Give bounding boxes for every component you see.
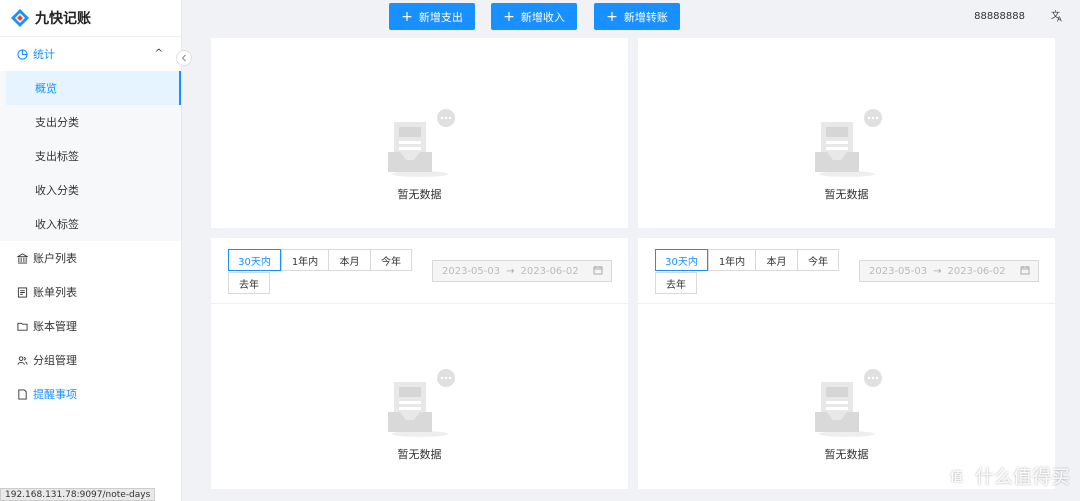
add-transfer-label: 新增转账 [623,10,668,24]
menu-item-books[interactable]: 账本管理 [0,309,181,343]
empty-state-label: 暂无数据 [824,188,869,201]
panel-bottom-right: 30天内 1年内 本月 今年去年 2023-05-03 → 2023-06-02 暂无数据 [638,238,1055,489]
translate-icon[interactable]: 文A [1051,9,1064,25]
date-end: 2023-06-02 [947,265,1006,277]
svg-text:A: A [1057,16,1062,23]
menu-item-reminders[interactable]: 提醒事项 [0,377,181,411]
group-icon [16,354,28,366]
range-option[interactable]: 30天内 [228,249,281,271]
submenu-item-expense-tag[interactable]: 支出标签 [6,139,181,173]
submenu-item-label: 支出标签 [35,150,79,163]
sidebar: 九快记账 统计 ^ 概览 支出分类 支出标签 收入分类 收入标签 账户列表 账单… [0,0,182,501]
date-range-picker[interactable]: 2023-05-03 → 2023-06-02 [859,260,1039,282]
menu-item-accounts[interactable]: 账户列表 [0,241,181,275]
empty-inbox-icon [387,109,455,177]
svg-text:值: 值 [950,469,963,485]
watermark: 值 什么值得买 [943,462,1070,489]
menu-item-bills[interactable]: 账单列表 [0,275,181,309]
watermark-logo-icon: 值 [943,463,968,488]
submenu-item-label: 概览 [35,82,57,95]
range-option[interactable]: 本月 [755,249,798,271]
app-title: 九快记账 [35,11,91,27]
folder-icon [16,320,28,332]
submenu-item-label: 支出分类 [35,116,79,129]
arrow-right-icon: → [933,265,942,277]
range-option[interactable]: 去年 [655,272,697,294]
pie-chart-icon [16,48,28,60]
arrow-right-icon: → [506,265,515,277]
submenu-item-label: 收入分类 [35,184,79,197]
submenu-item-income-category[interactable]: 收入分类 [6,173,181,207]
submenu-item-income-tag[interactable]: 收入标签 [6,207,181,241]
range-option[interactable]: 30天内 [655,249,708,271]
range-option[interactable]: 今年 [797,249,839,271]
menu-group-stats[interactable]: 统计 ^ [0,37,181,71]
stats-submenu: 概览 支出分类 支出标签 收入分类 收入标签 [0,71,181,241]
empty-inbox-icon [387,369,455,437]
plus-icon: + [503,8,515,25]
range-option[interactable]: 去年 [228,272,270,294]
range-option[interactable]: 今年 [370,249,412,271]
submenu-item-label: 收入标签 [35,218,79,231]
logo-icon [11,9,29,27]
chevron-up-icon: ^ [154,48,163,59]
panel-divider [211,303,628,304]
add-income-label: 新增收入 [520,10,565,24]
empty-state: 暂无数据 [807,368,887,462]
panel-top-left: 暂无数据 [211,38,628,228]
app-logo[interactable]: 九快记账 [0,0,181,37]
empty-state: 暂无数据 [380,108,460,202]
bank-icon [16,252,28,264]
range-option[interactable]: 1年内 [281,249,329,271]
panel-top-right: 暂无数据 [638,38,1055,228]
add-expense-label: 新增支出 [418,10,463,24]
date-start: 2023-05-03 [869,265,928,277]
user-id[interactable]: 88888888 [974,11,1025,22]
empty-state-label: 暂无数据 [824,448,869,461]
empty-state: 暂无数据 [807,108,887,202]
empty-inbox-icon [814,369,882,437]
sidebar-collapse-button[interactable] [176,50,192,66]
date-end: 2023-06-02 [520,265,579,277]
note-icon [16,388,28,400]
submenu-item-overview[interactable]: 概览 [6,71,181,105]
range-option[interactable]: 1年内 [708,249,756,271]
menu-item-groups[interactable]: 分组管理 [0,343,181,377]
date-start: 2023-05-03 [442,265,501,277]
empty-state-label: 暂无数据 [397,188,442,201]
menu-item-label: 账户列表 [33,252,77,265]
empty-state-label: 暂无数据 [397,448,442,461]
add-expense-button[interactable]: + 新增支出 [389,3,475,30]
mouse-cursor-icon [63,387,73,401]
panel-bottom-left: 30天内 1年内 本月 今年去年 2023-05-03 → 2023-06-02 暂无数据 [211,238,628,489]
menu-item-label: 分组管理 [33,354,77,367]
add-income-button[interactable]: + 新增收入 [491,3,577,30]
menu-item-label: 账本管理 [33,320,77,333]
bill-icon [16,286,28,298]
top-header: + 新增支出 + 新增收入 + 新增转账 88888888 文A [210,0,1080,37]
panel-divider [638,303,1055,304]
menu-group-stats-label: 统计 [33,48,55,61]
calendar-icon [593,265,603,278]
plus-icon: + [401,8,413,25]
chevron-left-icon [181,54,186,62]
submenu-item-expense-category[interactable]: 支出分类 [6,105,181,139]
add-transfer-button[interactable]: + 新增转账 [594,3,680,30]
date-range-picker[interactable]: 2023-05-03 → 2023-06-02 [432,260,612,282]
calendar-icon [1020,265,1030,278]
empty-inbox-icon [814,109,882,177]
empty-state: 暂无数据 [380,368,460,462]
plus-icon: + [606,8,618,25]
range-option[interactable]: 本月 [328,249,371,271]
menu-item-label: 账单列表 [33,286,77,299]
status-bar-url: 192.168.131.78:9097/note-days [0,488,156,501]
watermark-text: 什么值得买 [974,466,1070,488]
